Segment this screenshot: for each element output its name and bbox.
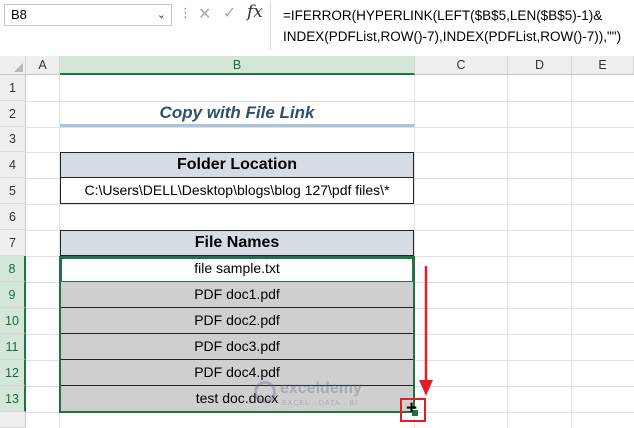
column-header-e[interactable]: E <box>572 56 634 75</box>
name-box-value: B8 <box>11 7 27 22</box>
row-header-3[interactable]: 3 <box>0 127 26 152</box>
enter-icon[interactable]: ✓ <box>223 3 236 23</box>
crosshair-cursor-icon: + <box>406 398 418 419</box>
formula-input[interactable]: =IFERROR(HYPERLINK(LEFT($B$5,LEN($B$5)-1… <box>283 5 633 47</box>
file-name-cell[interactable]: PDF doc2.pdf <box>60 308 414 334</box>
column-header-d[interactable]: D <box>508 56 572 75</box>
row-header-1[interactable]: 1 <box>0 75 26 101</box>
formula-bar-divider <box>270 2 271 50</box>
file-name-cell[interactable]: PDF doc3.pdf <box>60 334 414 360</box>
row-header-5[interactable]: 5 <box>0 178 26 204</box>
folder-location-cell[interactable]: C:\Users\DELL\Desktop\blogs\blog 127\pdf… <box>60 178 414 204</box>
gridline <box>26 127 634 128</box>
row-header-9[interactable]: 9 <box>0 282 26 308</box>
gridline <box>26 412 634 413</box>
row-header-4[interactable]: 4 <box>0 152 26 178</box>
watermark-name: exceldemy <box>280 380 362 397</box>
drag-down-arrow-icon <box>419 266 433 396</box>
formula-line-1: =IFERROR(HYPERLINK(LEFT($B$5,LEN($B$5)-1… <box>283 8 603 23</box>
column-header-c[interactable]: C <box>415 56 508 75</box>
column-header-b[interactable]: B <box>60 56 415 75</box>
row-header-12[interactable]: 12 <box>0 360 26 386</box>
name-box[interactable]: B8 ⌄ <box>4 4 172 26</box>
row-header-10[interactable]: 10 <box>0 308 26 334</box>
chevron-down-icon[interactable]: ⌄ <box>157 5 166 25</box>
row-header-13[interactable]: 13 <box>0 386 26 412</box>
column-header-a[interactable]: A <box>26 56 60 75</box>
watermark-tagline: EXCEL · DATA · BI <box>282 400 358 407</box>
row-header-14[interactable] <box>0 412 26 428</box>
file-name-cell[interactable]: PDF doc1.pdf <box>60 282 414 308</box>
select-all-corner[interactable] <box>0 56 26 75</box>
title-underline <box>60 124 414 127</box>
row-header-7[interactable]: 7 <box>0 230 26 256</box>
row-header-11[interactable]: 11 <box>0 334 26 360</box>
row-header-8[interactable]: 8 <box>0 256 26 282</box>
file-names-header: File Names <box>60 230 414 256</box>
cancel-icon[interactable]: ✕ <box>198 4 211 24</box>
more-options-icon[interactable]: ⋮ <box>179 6 192 20</box>
formula-line-2: INDEX(PDFList,ROW()-7),INDEX(PDFList,ROW… <box>283 29 622 44</box>
row-header-6[interactable]: 6 <box>0 204 26 230</box>
gridline <box>26 204 634 205</box>
row-header-2[interactable]: 2 <box>0 101 26 127</box>
folder-location-header: Folder Location <box>60 152 414 178</box>
file-name-cell[interactable]: file sample.txt <box>60 256 414 282</box>
exceldemy-watermark: exceldemy EXCEL · DATA · BI <box>250 378 410 412</box>
exceldemy-logo-icon <box>254 381 276 403</box>
formula-bar: B8 ⌄ ⋮ ✕ ✓ fx =IFERROR(HYPERLINK(LEFT($B… <box>0 0 634 52</box>
insert-function-icon[interactable]: fx <box>247 2 263 22</box>
sheet-title: Copy with File Link <box>159 103 315 122</box>
